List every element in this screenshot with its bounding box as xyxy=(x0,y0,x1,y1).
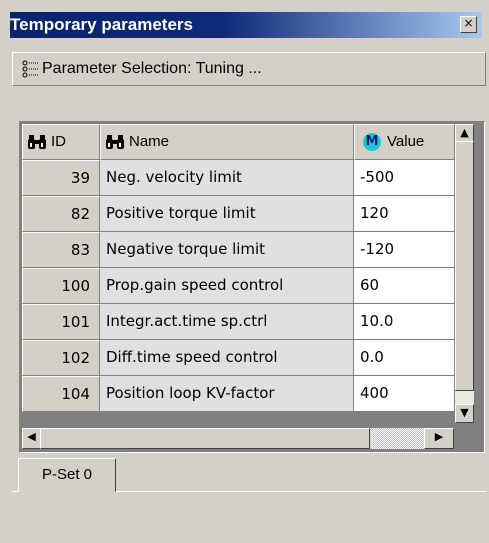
parameter-selection-label[interactable]: Parameter Selection: Tuning ... xyxy=(42,56,262,82)
column-header-name[interactable]: Name xyxy=(100,124,354,160)
row-value[interactable]: 10.0 xyxy=(354,304,455,340)
row-id[interactable]: 102 xyxy=(22,340,100,376)
close-button[interactable]: × xyxy=(460,16,477,33)
horizontal-scroll-track[interactable] xyxy=(371,428,424,449)
window-title: Temporary parameters xyxy=(10,15,193,34)
column-header-name-label: Name xyxy=(129,133,170,150)
column-header-value[interactable]: M Value xyxy=(354,124,455,160)
row-name[interactable]: Neg. velocity limit xyxy=(100,160,354,196)
row-id[interactable]: 82 xyxy=(22,196,100,232)
row-value[interactable]: 120 xyxy=(354,196,455,232)
row-id[interactable]: 101 xyxy=(22,304,100,340)
column-header-value-label: Value xyxy=(387,133,425,150)
row-value[interactable]: -120 xyxy=(354,232,455,268)
grid-empty-area xyxy=(22,412,455,426)
row-name[interactable]: Position loop KV-factor xyxy=(100,376,354,412)
m-badge-icon: M xyxy=(363,133,381,152)
vertical-scroll-thumb[interactable] xyxy=(455,141,474,391)
column-header-id[interactable]: ID xyxy=(22,124,100,160)
row-id[interactable]: 83 xyxy=(22,232,100,268)
row-value[interactable]: 400 xyxy=(354,376,455,412)
scroll-down-button[interactable]: ▼ xyxy=(455,404,474,423)
row-id[interactable]: 100 xyxy=(22,268,100,304)
tab-p-set-0[interactable]: P-Set 0 xyxy=(18,458,116,492)
scroll-left-button[interactable]: ◀ xyxy=(22,428,41,449)
column-header-id-label: ID xyxy=(51,133,66,150)
row-id[interactable]: 39 xyxy=(22,160,100,196)
horizontal-scroll-thumb[interactable] xyxy=(40,428,370,449)
row-value[interactable]: -500 xyxy=(354,160,455,196)
list-icon xyxy=(22,60,39,78)
row-id[interactable]: 104 xyxy=(22,376,100,412)
row-name[interactable]: Integr.act.time sp.ctrl xyxy=(100,304,354,340)
row-name[interactable]: Negative torque limit xyxy=(100,232,354,268)
row-name[interactable]: Diff.time speed control xyxy=(100,340,354,376)
binoculars-icon xyxy=(106,135,124,150)
binoculars-icon xyxy=(28,135,46,150)
scroll-right-button[interactable]: ▶ xyxy=(424,428,454,449)
row-name[interactable]: Prop.gain speed control xyxy=(100,268,354,304)
row-value[interactable]: 60 xyxy=(354,268,455,304)
row-value[interactable]: 0.0 xyxy=(354,340,455,376)
row-name[interactable]: Positive torque limit xyxy=(100,196,354,232)
